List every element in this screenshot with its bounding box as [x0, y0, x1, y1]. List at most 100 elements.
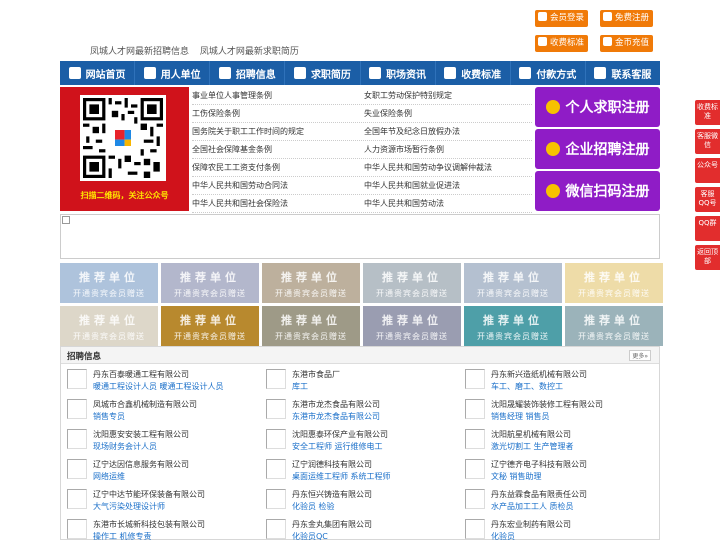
job-titles[interactable]: 现场财务会计人员	[93, 441, 157, 452]
policy-link[interactable]: 中华人民共和国劳动争议调解仲裁法	[364, 162, 492, 173]
policy-link[interactable]: 人力资源市场暂行条例	[364, 144, 444, 155]
job-titles[interactable]: 库工	[292, 381, 308, 392]
sidebar-item[interactable]: QQ群	[695, 216, 720, 241]
job-titles[interactable]: 销售经理 销售员	[491, 411, 550, 422]
company-register-button[interactable]: 企业招聘注册	[535, 129, 660, 169]
nav-item-6[interactable]: 付款方式	[511, 61, 586, 85]
company-name[interactable]: 丹东百泰暖通工程有限公司	[93, 369, 189, 380]
company-logo[interactable]	[67, 519, 87, 539]
job-titles[interactable]: 东港市龙杰食品有限公司	[292, 411, 380, 422]
sidebar-item[interactable]: 收费标准	[695, 100, 720, 125]
recommend-slot[interactable]: 推荐单位 开通贵宾会员赠送	[161, 263, 259, 303]
job-titles[interactable]: 化验员 检验	[292, 501, 335, 512]
company-name[interactable]: 辽宁润德科技有限公司	[292, 459, 372, 470]
recommend-slot[interactable]: 推荐单位 开通贵宾会员赠送	[60, 263, 158, 303]
latest-resume-link[interactable]: 凤城人才网最新求职简历	[200, 47, 299, 57]
policy-link[interactable]: 中华人民共和国劳动合同法	[192, 180, 288, 191]
company-name[interactable]: 东港市长城新科技包装有限公司	[93, 519, 205, 530]
sidebar-item[interactable]: 返回顶部	[695, 245, 720, 270]
company-logo[interactable]	[67, 459, 87, 479]
recommend-slot[interactable]: 推荐单位 开通贵宾会员赠送	[363, 306, 461, 346]
company-logo[interactable]	[266, 399, 286, 419]
recommend-slot[interactable]: 推荐单位 开通贵宾会员赠送	[262, 263, 360, 303]
company-logo[interactable]	[67, 489, 87, 509]
company-name[interactable]: 丹东宏业制药有限公司	[491, 519, 571, 530]
nav-item-7[interactable]: 联系客服	[586, 61, 660, 85]
company-logo[interactable]	[465, 519, 485, 539]
job-titles[interactable]: 化验员QC	[292, 531, 328, 540]
policy-link[interactable]: 全国年节及纪念日放假办法	[364, 126, 460, 137]
register-button[interactable]: 免费注册	[600, 10, 654, 27]
personal-register-button[interactable]: 个人求职注册	[535, 87, 660, 127]
job-titles[interactable]: 水产品加工工人 质检员	[491, 501, 574, 512]
nav-item-1[interactable]: 用人单位	[135, 61, 211, 85]
policy-link[interactable]: 事业单位人事管理条例	[192, 90, 272, 101]
policy-link[interactable]: 保障农民工工资支付条例	[192, 162, 280, 173]
job-titles[interactable]: 网络运维	[93, 471, 125, 482]
company-logo[interactable]	[465, 369, 485, 389]
policy-link[interactable]: 中华人民共和国社会保险法	[192, 198, 288, 209]
company-name[interactable]: 凤城市合鑫机械制造有限公司	[93, 399, 197, 410]
policy-link[interactable]: 全国社会保障基金条例	[192, 144, 272, 155]
company-name[interactable]: 丹东恒兴铸造有限公司	[292, 489, 372, 500]
nav-item-3[interactable]: 求职简历	[285, 61, 361, 85]
recommend-slot[interactable]: 推荐单位 开通贵宾会员赠送	[262, 306, 360, 346]
company-logo[interactable]	[67, 369, 87, 389]
company-name[interactable]: 沈阳晟耀装饰装修工程有限公司	[491, 399, 603, 410]
company-logo[interactable]	[266, 459, 286, 479]
recommend-slot[interactable]: 推荐单位 开通贵宾会员赠送	[363, 263, 461, 303]
sidebar-item[interactable]: 公众号	[695, 158, 720, 183]
company-logo[interactable]	[266, 429, 286, 449]
company-name[interactable]: 东港市食品厂	[292, 369, 340, 380]
company-name[interactable]: 沈阳航星机械有限公司	[491, 429, 571, 440]
recharge-button[interactable]: 金币充值	[600, 35, 654, 52]
recommend-slot[interactable]: 推荐单位 开通贵宾会员赠送	[161, 306, 259, 346]
latest-recruit-link[interactable]: 凤城人才网最新招聘信息	[90, 47, 189, 57]
company-logo[interactable]	[465, 459, 485, 479]
banner-image[interactable]	[60, 214, 660, 259]
company-name[interactable]: 丹东新兴造纸机械有限公司	[491, 369, 587, 380]
company-name[interactable]: 辽宁达因信息服务有限公司	[93, 459, 189, 470]
company-name[interactable]: 辽宁德齐电子科技有限公司	[491, 459, 587, 470]
recommend-slot[interactable]: 推荐单位 开通贵宾会员赠送	[565, 263, 663, 303]
policy-link[interactable]: 工伤保险条例	[192, 108, 240, 119]
company-logo[interactable]	[266, 489, 286, 509]
job-titles[interactable]: 激光切割工 生产管理者	[491, 441, 574, 452]
company-logo[interactable]	[67, 399, 87, 419]
login-button[interactable]: 会员登录	[535, 10, 589, 27]
company-logo[interactable]	[465, 399, 485, 419]
company-name[interactable]: 丹东益霖食品有限责任公司	[491, 489, 587, 500]
company-logo[interactable]	[465, 489, 485, 509]
more-link[interactable]: 更多»	[629, 350, 651, 361]
nav-item-2[interactable]: 招聘信息	[210, 61, 286, 85]
job-titles[interactable]: 大气污染处理设计师	[93, 501, 165, 512]
company-name[interactable]: 沈阳惠安安装工程有限公司	[93, 429, 189, 440]
job-titles[interactable]: 操作工 机修专责	[93, 531, 152, 540]
fee-standard-button[interactable]: 收费标准	[535, 35, 589, 52]
company-logo[interactable]	[465, 429, 485, 449]
job-titles[interactable]: 暖通工程设计人员 暖通工程设计人员	[93, 381, 224, 392]
policy-link[interactable]: 失业保险条例	[364, 108, 412, 119]
nav-item-5[interactable]: 收费标准	[436, 61, 511, 85]
recommend-slot[interactable]: 推荐单位 开通贵宾会员赠送	[464, 263, 562, 303]
company-logo[interactable]	[266, 369, 286, 389]
job-titles[interactable]: 桌面运维工程师 系统工程师	[292, 471, 391, 482]
recommend-slot[interactable]: 推荐单位 开通贵宾会员赠送	[464, 306, 562, 346]
policy-link[interactable]: 中华人民共和国就业促进法	[364, 180, 460, 191]
sidebar-item[interactable]: 客服微信	[695, 129, 720, 154]
job-titles[interactable]: 文秘 销售助理	[491, 471, 542, 482]
company-name[interactable]: 东港市龙杰食品有限公司	[292, 399, 380, 410]
policy-link[interactable]: 女职工劳动保护特别规定	[364, 90, 452, 101]
policy-link[interactable]: 中华人民共和国劳动法	[364, 198, 444, 209]
wechat-register-button[interactable]: 微信扫码注册	[535, 171, 660, 211]
company-logo[interactable]	[67, 429, 87, 449]
company-name[interactable]: 沈阳惠泰环保产业有限公司	[292, 429, 388, 440]
nav-item-4[interactable]: 职场资讯	[361, 61, 436, 85]
recommend-slot[interactable]: 推荐单位 开通贵宾会员赠送	[565, 306, 663, 346]
job-titles[interactable]: 安全工程师 运行维修电工	[292, 441, 383, 452]
job-titles[interactable]: 车工、磨工、数控工	[491, 381, 563, 392]
job-titles[interactable]: 化验员	[491, 531, 515, 540]
recommend-slot[interactable]: 推荐单位 开通贵宾会员赠送	[60, 306, 158, 346]
company-name[interactable]: 辽宁中达节能环保装备有限公司	[93, 489, 205, 500]
nav-item-0[interactable]: 网站首页	[60, 61, 136, 85]
